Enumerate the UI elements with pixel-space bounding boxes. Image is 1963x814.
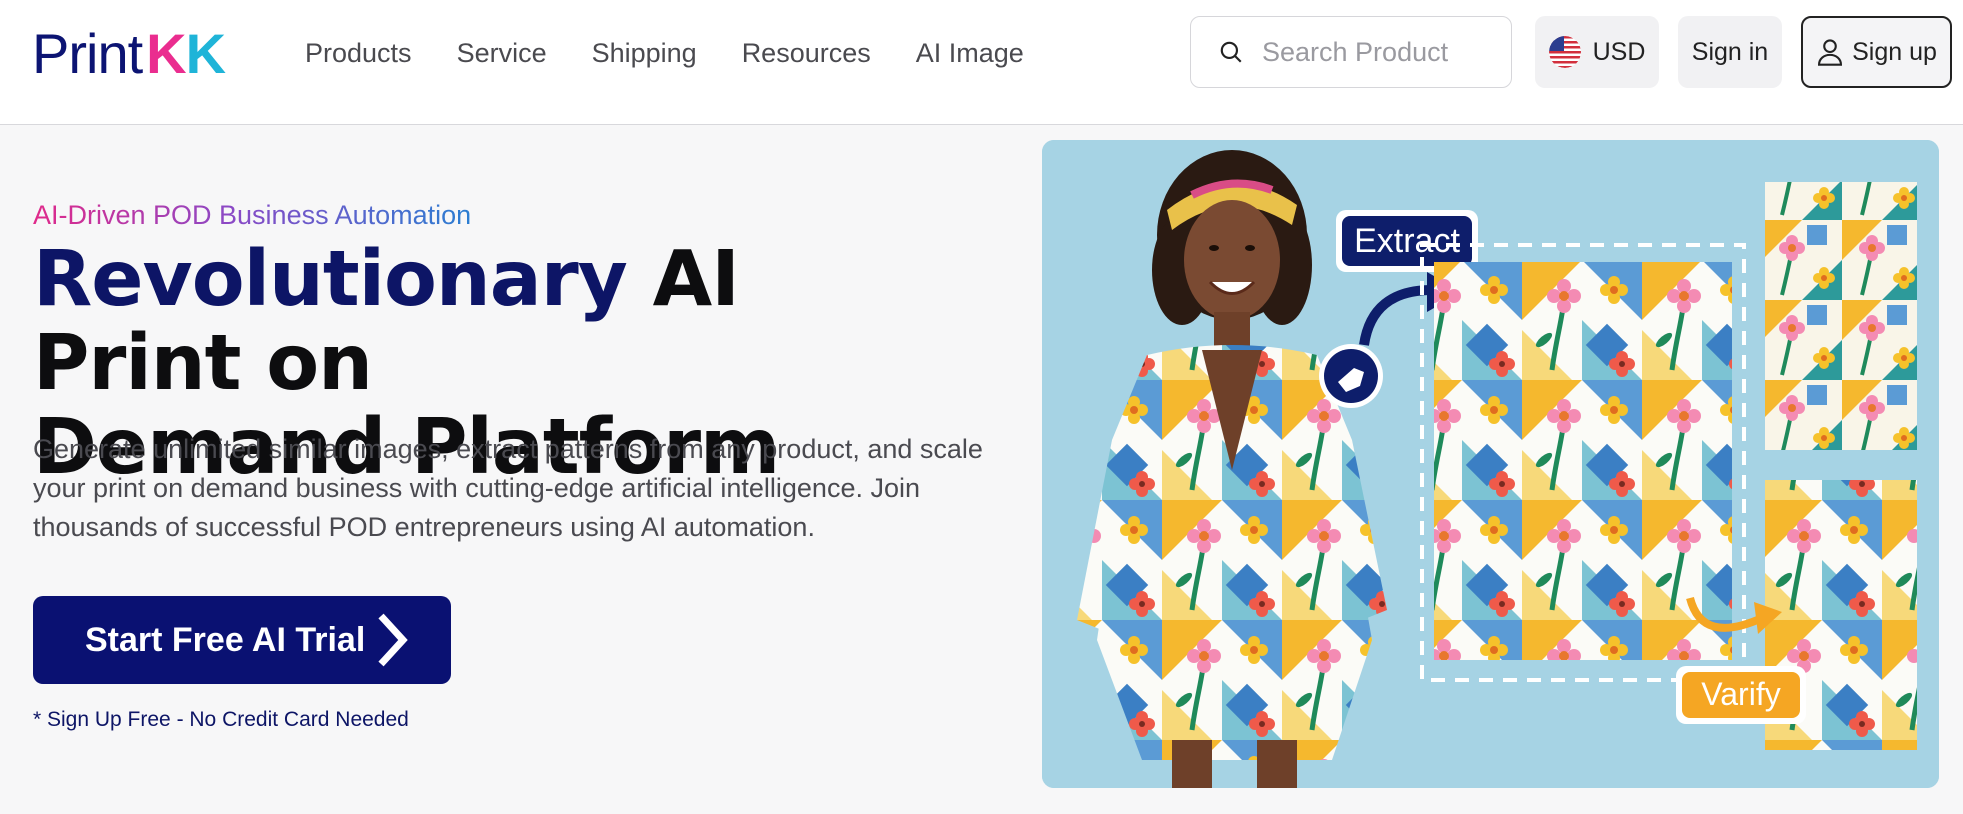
hero-illustration: Extract Varify <box>1042 140 1939 788</box>
us-flag-icon <box>1548 36 1581 68</box>
logo-k2: K <box>185 22 226 85</box>
nav-ai-image[interactable]: AI Image <box>916 33 1024 73</box>
nav-products[interactable]: Products <box>305 33 412 73</box>
hero-eyebrow: AI-Driven POD Business Automation <box>33 200 472 230</box>
logo-text: Print <box>32 22 143 85</box>
sign-up-button[interactable]: Sign up <box>1801 16 1952 88</box>
hand-pointer-icon <box>1319 344 1383 408</box>
nav-service[interactable]: Service <box>457 33 547 73</box>
sign-in-button[interactable]: Sign in <box>1678 16 1782 88</box>
main-nav: Products Service Shipping Resources AI I… <box>305 33 1024 73</box>
varify-badge: Varify <box>1676 666 1806 724</box>
logo-kk: KK <box>146 22 226 85</box>
nav-resources[interactable]: Resources <box>742 33 871 73</box>
cta-label: Start Free AI Trial <box>85 620 366 659</box>
printkk-logo[interactable]: Print KK <box>32 22 226 85</box>
sign-in-label: Sign in <box>1691 37 1769 66</box>
sign-up-label: Sign up <box>1852 37 1937 66</box>
search-icon <box>1220 41 1242 63</box>
nav-shipping[interactable]: Shipping <box>592 33 697 73</box>
varify-label: Varify <box>1701 676 1780 712</box>
hero-description: Generate unlimited similar images, extra… <box>33 434 983 542</box>
search-box[interactable] <box>1190 16 1512 88</box>
signup-note: * Sign Up Free - No Credit Card Needed <box>33 708 409 731</box>
start-free-trial-button[interactable]: Start Free AI Trial <box>33 596 451 684</box>
logo-k1: K <box>146 22 186 85</box>
headline-accent: Revolutionary <box>33 235 628 324</box>
extract-label: Extract <box>1354 222 1460 260</box>
search-input[interactable] <box>1262 36 1502 68</box>
site-header: Print KK Products Service Shipping Resou… <box>0 0 1963 125</box>
currency-selector[interactable]: USD <box>1535 16 1659 88</box>
user-icon <box>1818 39 1843 66</box>
chevron-right-icon <box>378 613 408 667</box>
currency-label: USD <box>1592 37 1646 66</box>
